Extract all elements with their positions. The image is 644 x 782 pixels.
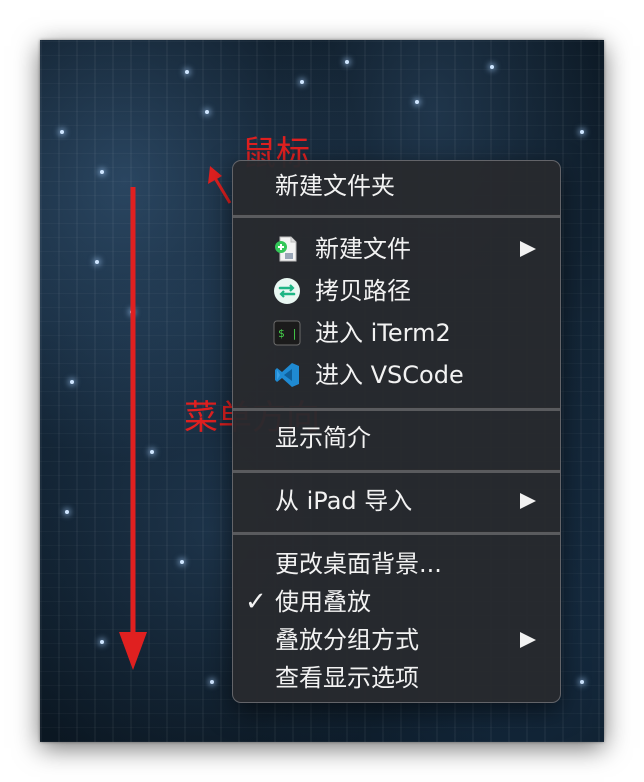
new-file-icon (273, 235, 301, 263)
copy-path-icon (273, 277, 301, 305)
menu-item-label: 使用叠放 (275, 588, 371, 616)
menu-item-vscode[interactable]: 进入 VSCode (233, 355, 560, 395)
menu-item-label: 进入 iTerm2 (315, 319, 451, 347)
submenu-arrow-icon (520, 632, 536, 648)
menu-item-import-from-ipad[interactable]: 从 iPad 导入 (233, 481, 560, 521)
menu-item-label: 查看显示选项 (275, 664, 419, 692)
menu-separator (233, 531, 560, 535)
menu-item-label: 新建文件 (315, 235, 411, 263)
menu-direction-arrow (119, 187, 147, 670)
menu-item-label: 进入 VSCode (315, 361, 464, 389)
context-menu: 新建文件夹 新建文件 拷贝路径 $ | 进入 iTerm2 进入 VSCode … (232, 160, 561, 703)
menu-item-label: 显示简介 (275, 424, 371, 452)
checkmark-icon: ✓ (245, 587, 267, 617)
menu-item-label: 从 iPad 导入 (275, 487, 413, 515)
menu-item-copy-path[interactable]: 拷贝路径 (233, 271, 560, 311)
menu-separator (233, 407, 560, 411)
menu-item-label: 拷贝路径 (315, 277, 411, 305)
menu-item-group-stacks-by[interactable]: 叠放分组方式 (233, 620, 560, 660)
menu-item-new-file[interactable]: 新建文件 (233, 229, 560, 269)
menu-separator (233, 469, 560, 473)
menu-item-label: 新建文件夹 (275, 172, 395, 200)
menu-item-get-info[interactable]: 显示简介 (233, 418, 560, 458)
svg-text:$ |: $ | (278, 327, 298, 340)
menu-separator (233, 214, 560, 218)
iterm-icon: $ | (273, 319, 301, 347)
menu-item-label: 叠放分组方式 (275, 626, 419, 654)
menu-item-iterm[interactable]: $ | 进入 iTerm2 (233, 313, 560, 353)
vscode-icon (273, 361, 301, 389)
menu-item-show-view-options[interactable]: 查看显示选项 (233, 658, 560, 698)
submenu-arrow-icon (520, 241, 536, 257)
mouse-pointer-arrow (208, 166, 232, 204)
menu-item-new-folder[interactable]: 新建文件夹 (233, 166, 560, 206)
menu-item-use-stacks[interactable]: ✓ 使用叠放 (233, 582, 560, 622)
menu-item-label: 更改桌面背景... (275, 550, 442, 578)
submenu-arrow-icon (520, 493, 536, 509)
menu-item-change-desktop-background[interactable]: 更改桌面背景... (233, 544, 560, 584)
